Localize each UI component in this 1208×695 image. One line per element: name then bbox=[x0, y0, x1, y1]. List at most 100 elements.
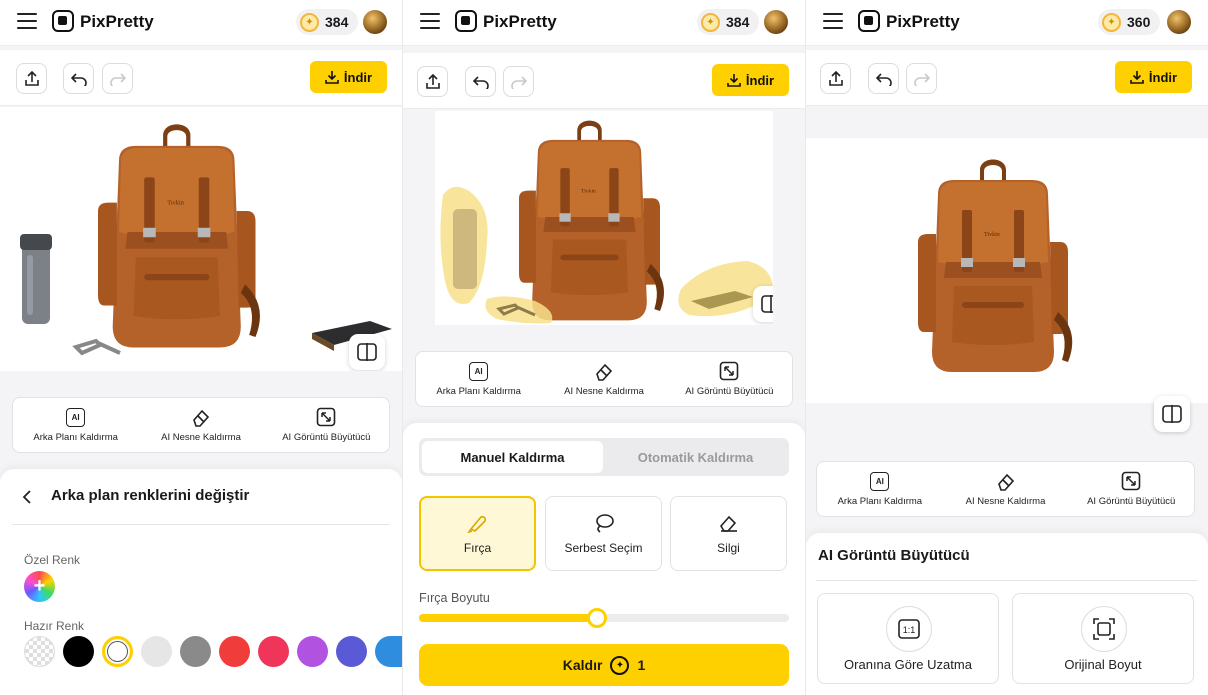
undo-button[interactable] bbox=[63, 63, 94, 94]
option-original-size[interactable]: Orijinal Boyut bbox=[1012, 593, 1194, 684]
feature-object-removal[interactable]: AI Nesne Kaldırma bbox=[138, 398, 263, 452]
lasso-tool[interactable]: Serbest Seçim bbox=[545, 496, 662, 571]
credit-count: 360 bbox=[1127, 14, 1151, 30]
share-button[interactable] bbox=[16, 63, 47, 94]
compare-button[interactable] bbox=[1154, 396, 1190, 432]
screen-background-color: PixPretty ✦ 384 İndir AI Arka Planı Kald… bbox=[0, 0, 402, 695]
screen-manual-removal: PixPretty ✦ 384 İndir AI Arka Planı Kald… bbox=[403, 0, 805, 695]
menu-icon[interactable] bbox=[420, 13, 440, 29]
app-brand: PixPretty bbox=[80, 12, 154, 31]
menu-icon[interactable] bbox=[17, 13, 37, 29]
brush-size-slider[interactable] bbox=[419, 608, 789, 628]
removal-mode-tabs: Manuel Kaldırma Otomatik Kaldırma bbox=[419, 438, 789, 476]
feature-upscaler[interactable]: AI Görüntü Büyütücü bbox=[1068, 462, 1194, 516]
feature-bar: AI Arka Planı Kaldırma AI Nesne Kaldırma… bbox=[415, 351, 793, 407]
tab-automatic-removal[interactable]: Otomatik Kaldırma bbox=[605, 441, 786, 473]
remove-cost: 1 bbox=[637, 657, 646, 673]
tool-label: Fırça bbox=[463, 540, 492, 555]
compare-icon bbox=[761, 295, 773, 313]
compare-button[interactable] bbox=[349, 334, 385, 370]
menu-icon[interactable] bbox=[823, 13, 843, 29]
image-canvas[interactable] bbox=[806, 138, 1208, 403]
tab-manual-removal[interactable]: Manuel Kaldırma bbox=[422, 441, 603, 473]
credit-balance[interactable]: ✦ 384 bbox=[296, 9, 359, 35]
ai-icon: AI bbox=[66, 407, 86, 427]
feature-upscaler[interactable]: AI Görüntü Büyütücü bbox=[264, 398, 389, 452]
avatar[interactable] bbox=[1167, 10, 1191, 34]
color-swatch[interactable] bbox=[297, 636, 328, 667]
share-button[interactable] bbox=[417, 66, 448, 97]
color-swatch[interactable] bbox=[63, 636, 94, 667]
app-brand: PixPretty bbox=[483, 12, 557, 31]
toolbar: İndir bbox=[806, 50, 1208, 106]
color-swatch[interactable] bbox=[258, 636, 289, 667]
redo-button[interactable] bbox=[102, 63, 133, 94]
avatar[interactable] bbox=[363, 10, 387, 34]
redo-button[interactable] bbox=[906, 63, 937, 94]
color-swatch[interactable] bbox=[141, 636, 172, 667]
credit-balance[interactable]: ✦ 360 bbox=[1098, 9, 1161, 35]
eraser-icon bbox=[719, 515, 737, 532]
feature-object-removal[interactable]: AI Nesne Kaldırma bbox=[943, 462, 1069, 516]
slider-handle[interactable] bbox=[586, 608, 607, 628]
credit-count: 384 bbox=[325, 14, 349, 30]
pixpretty-logo-icon bbox=[455, 10, 477, 32]
image-canvas[interactable] bbox=[435, 111, 773, 325]
download-label: İndir bbox=[745, 72, 775, 88]
pixpretty-logo-icon bbox=[858, 10, 880, 32]
color-swatch[interactable] bbox=[102, 636, 133, 667]
feature-label: Arka Planı Kaldırma bbox=[837, 495, 923, 507]
redo-button[interactable] bbox=[503, 66, 534, 97]
share-button[interactable] bbox=[820, 63, 851, 94]
feature-bar: AI Arka Planı Kaldırma AI Nesne Kaldırma… bbox=[816, 461, 1195, 517]
credit-balance[interactable]: ✦ 384 bbox=[697, 9, 760, 35]
feature-object-removal[interactable]: AI Nesne Kaldırma bbox=[541, 352, 666, 406]
feature-upscaler[interactable]: AI Görüntü Büyütücü bbox=[667, 352, 792, 406]
ratio-icon: 1:1 bbox=[886, 606, 932, 652]
color-swatch[interactable] bbox=[336, 636, 367, 667]
option-aspect-stretch[interactable]: 1:1 Oranına Göre Uzatma bbox=[817, 593, 999, 684]
custom-color-label: Özel Renk bbox=[24, 553, 81, 567]
color-swatch[interactable] bbox=[375, 636, 402, 667]
download-button[interactable]: İndir bbox=[712, 64, 789, 96]
color-swatch[interactable] bbox=[180, 636, 211, 667]
download-button[interactable]: İndir bbox=[1115, 61, 1192, 93]
custom-color-picker[interactable]: + bbox=[24, 571, 55, 602]
eraser-icon bbox=[997, 473, 1014, 491]
redo-icon bbox=[913, 72, 930, 86]
top-bar: PixPretty ✦ 360 bbox=[806, 0, 1208, 46]
feature-background-removal[interactable]: AI Arka Planı Kaldırma bbox=[817, 462, 943, 516]
feature-background-removal[interactable]: AI Arka Planı Kaldırma bbox=[416, 352, 541, 406]
download-label: İndir bbox=[343, 69, 373, 85]
redo-icon bbox=[510, 75, 527, 89]
product-photo-upscaled bbox=[918, 159, 1073, 372]
eraser-tool[interactable]: Silgi bbox=[670, 496, 787, 571]
download-icon bbox=[727, 74, 741, 87]
upload-icon bbox=[828, 70, 843, 86]
preset-color-label: Hazır Renk bbox=[24, 619, 85, 633]
compare-button[interactable] bbox=[753, 286, 773, 322]
color-swatch[interactable] bbox=[219, 636, 250, 667]
undo-button[interactable] bbox=[465, 66, 496, 97]
brush-tool[interactable]: Fırça bbox=[419, 496, 536, 571]
ai-icon: AI bbox=[469, 361, 489, 381]
slider-fill bbox=[419, 614, 597, 622]
image-canvas[interactable] bbox=[0, 107, 402, 371]
compare-icon bbox=[357, 343, 377, 361]
expand-icon bbox=[720, 361, 739, 381]
download-button[interactable]: İndir bbox=[310, 61, 387, 93]
swatch-transparent[interactable] bbox=[24, 636, 55, 667]
top-bar: PixPretty ✦ 384 bbox=[403, 0, 805, 46]
sheet-title: AI Görüntü Büyütücü bbox=[818, 547, 970, 564]
redo-icon bbox=[109, 72, 126, 86]
expand-icon bbox=[1121, 471, 1141, 491]
remove-button[interactable]: Kaldır ✦ 1 bbox=[419, 644, 789, 686]
feature-label: Arka Planı Kaldırma bbox=[436, 385, 521, 397]
brush-icon bbox=[466, 515, 486, 533]
back-chevron-icon[interactable] bbox=[22, 490, 34, 504]
undo-button[interactable] bbox=[868, 63, 899, 94]
feature-background-removal[interactable]: AI Arka Planı Kaldırma bbox=[13, 398, 138, 452]
frame-icon bbox=[1081, 606, 1127, 652]
toolbar: İndir bbox=[403, 53, 805, 109]
avatar[interactable] bbox=[764, 10, 788, 34]
